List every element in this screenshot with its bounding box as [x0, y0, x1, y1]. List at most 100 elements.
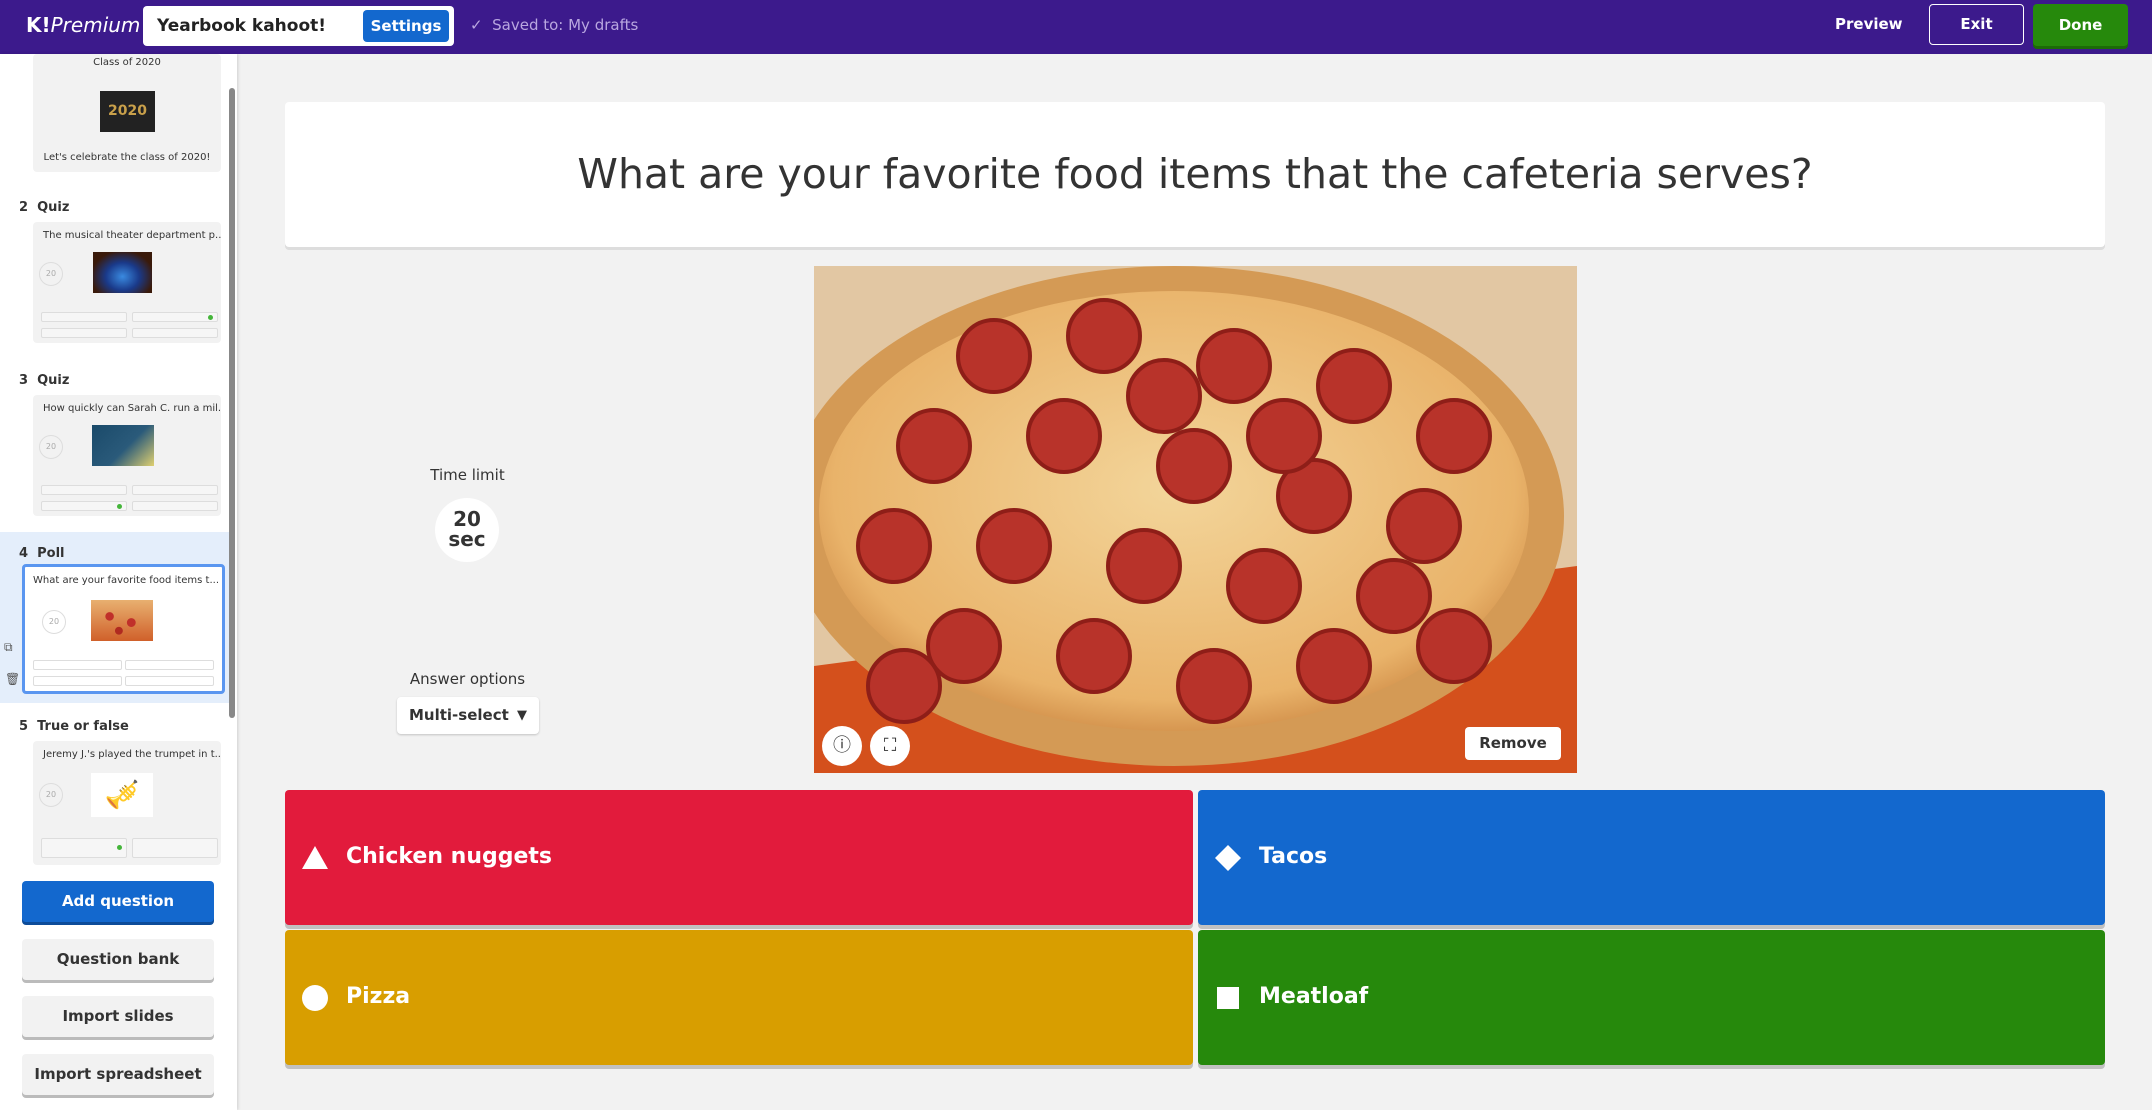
settings-button[interactable]: Settings: [363, 10, 449, 42]
question-3-text: How quickly can Sarah C. run a mil...: [43, 403, 221, 414]
answer-text[interactable]: Pizza: [346, 930, 410, 1063]
import-slides-button[interactable]: Import slides: [22, 996, 214, 1037]
answer-1[interactable]: Chicken nuggets: [285, 790, 1193, 925]
question-5-label: 5 True or false: [19, 719, 129, 734]
sidebar-scrollbar[interactable]: [229, 88, 235, 718]
answer-slot: [132, 485, 218, 495]
logo-mark: K!: [26, 13, 51, 37]
question-4-time: 20: [42, 610, 66, 634]
pepperoni: [1026, 398, 1102, 474]
preview-button[interactable]: Preview: [1835, 15, 1903, 33]
pepperoni: [1226, 548, 1302, 624]
stage-thumbnail: [93, 252, 152, 293]
question-sidebar: Class of 2020 2020 Let's celebrate the c…: [0, 54, 237, 1110]
correct-dot: [208, 315, 213, 320]
answer-slot: [41, 485, 127, 495]
pepperoni: [1316, 348, 1392, 424]
answer-slot: [125, 676, 214, 686]
pepperoni: [866, 648, 942, 724]
square-icon: [1214, 984, 1242, 1012]
trash-icon[interactable]: 🗑: [5, 672, 20, 686]
answer-3[interactable]: Pizza: [285, 930, 1193, 1065]
question-text-field[interactable]: What are your favorite food items that t…: [285, 102, 2105, 247]
duplicate-icon[interactable]: ⧉: [4, 640, 13, 655]
time-limit-label: Time limit: [430, 466, 505, 484]
question-bank-button[interactable]: Question bank: [22, 939, 214, 980]
pepperoni: [1356, 558, 1432, 634]
pizza-image: [814, 266, 1577, 773]
time-limit-button[interactable]: 20 sec: [435, 498, 499, 562]
pepperoni: [856, 508, 932, 584]
runner-thumbnail: [92, 425, 154, 466]
kahoot-title[interactable]: Yearbook kahoot!: [157, 16, 326, 36]
title-card-description: Let's celebrate the class of 2020!: [43, 152, 211, 163]
kahoot-premium-logo: K!Premium: [26, 13, 140, 37]
pepperoni: [1126, 358, 1202, 434]
question-2-text: The musical theater department p...: [43, 230, 221, 241]
answer-text[interactable]: Tacos: [1259, 790, 1327, 923]
saved-status: ✓ Saved to: My drafts: [470, 16, 638, 34]
triangle-icon: [301, 844, 329, 872]
answer-2[interactable]: Tacos: [1198, 790, 2105, 925]
crop-image-icon[interactable]: ⛶: [870, 726, 910, 766]
pepperoni: [1056, 618, 1132, 694]
done-button[interactable]: Done: [2033, 4, 2128, 46]
info-icon[interactable]: ⓘ: [822, 726, 862, 766]
title-card-image: 2020: [100, 91, 155, 132]
question-image: ⓘ ⛶ Remove: [814, 266, 1577, 773]
answer-slot: [33, 676, 122, 686]
kahoot-title-field[interactable]: Yearbook kahoot! Settings: [143, 6, 454, 46]
pepperoni: [1416, 608, 1492, 684]
remove-image-button[interactable]: Remove: [1465, 727, 1561, 760]
pepperoni: [1156, 428, 1232, 504]
top-bar: K!Premium Yearbook kahoot! Settings ✓ Sa…: [0, 0, 2152, 54]
answer-slot: [125, 660, 214, 670]
question-3-card[interactable]: How quickly can Sarah C. run a mil... 20: [33, 395, 221, 516]
answer-text[interactable]: Chicken nuggets: [346, 790, 552, 923]
answer-slot: [132, 838, 218, 858]
pepperoni: [1296, 628, 1372, 704]
title-card-title: Class of 2020: [93, 57, 161, 68]
import-spreadsheet-button[interactable]: Import spreadsheet: [22, 1054, 214, 1095]
answer-slot: [41, 312, 127, 322]
question-2-time: 20: [39, 262, 63, 286]
add-question-button[interactable]: Add question: [22, 881, 214, 922]
answer-slot: [41, 328, 127, 338]
pepperoni: [896, 408, 972, 484]
question-4-label: 4 Poll: [19, 546, 65, 561]
time-limit-unit: sec: [448, 527, 486, 551]
answer-text[interactable]: Meatloaf: [1259, 930, 1368, 1063]
answer-options-dropdown[interactable]: Multi-select ▼: [397, 697, 539, 734]
answer-4[interactable]: Meatloaf: [1198, 930, 2105, 1065]
pizza-thumbnail: [91, 600, 153, 641]
pepperoni: [956, 318, 1032, 394]
answer-slot: [41, 838, 127, 858]
question-4-text: What are your favorite food items t...: [33, 575, 220, 586]
answer-slot: [132, 328, 218, 338]
pepperoni: [1386, 488, 1462, 564]
answer-options-value: Multi-select: [409, 706, 509, 724]
correct-dot: [117, 845, 122, 850]
question-4-card-selected[interactable]: What are your favorite food items t... 2…: [22, 564, 225, 694]
correct-dot: [117, 504, 122, 509]
question-5-time: 20: [39, 783, 63, 807]
saved-status-text: Saved to: My drafts: [492, 16, 639, 34]
pepperoni: [1176, 648, 1252, 724]
pepperoni: [1416, 398, 1492, 474]
question-3-label: 3 Quiz: [19, 373, 70, 388]
question-5-card[interactable]: Jeremy J.'s played the trumpet in t... 2…: [33, 741, 221, 865]
answer-slot: [33, 660, 122, 670]
diamond-icon: [1214, 844, 1242, 872]
pepperoni: [976, 508, 1052, 584]
question-2-card[interactable]: The musical theater department p... 20: [33, 222, 221, 343]
question-2-label: 2 Quiz: [19, 200, 70, 215]
question-3-time: 20: [39, 435, 63, 459]
title-slide-card[interactable]: Class of 2020 2020 Let's celebrate the c…: [33, 54, 221, 172]
check-icon: ✓: [470, 16, 483, 34]
pepperoni: [1066, 298, 1142, 374]
trumpet-thumbnail: 🎺: [91, 773, 153, 817]
pepperoni: [1246, 398, 1322, 474]
logo-suffix: Premium: [50, 13, 141, 37]
exit-button[interactable]: Exit: [1929, 4, 2024, 45]
pepperoni: [1106, 528, 1182, 604]
